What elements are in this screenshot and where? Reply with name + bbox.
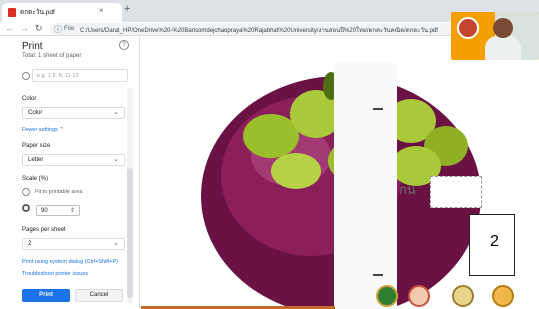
paper-size-select[interactable]: Letter ⌄ <box>22 154 125 166</box>
pages-per-sheet-label: Pages per sheet <box>22 227 66 233</box>
video-tile[interactable] <box>451 12 539 60</box>
university-logo-icon <box>457 17 479 39</box>
presenter-avatar <box>493 18 513 38</box>
print-button[interactable]: Print <box>22 289 70 302</box>
new-tab-icon[interactable]: + <box>124 3 130 15</box>
screen: ตกตะวัน.pdf × + ← → ↻ ⓘ File C:/Users/Da… <box>0 0 539 309</box>
custom-pages-radio[interactable] <box>22 72 30 80</box>
paper-size-label: Paper size <box>22 143 51 149</box>
page-number-box: 2 <box>469 214 515 276</box>
file-label: File <box>64 25 75 32</box>
spinner-icon[interactable]: ⇕ <box>70 207 75 214</box>
forward-arrow-icon[interactable]: → <box>20 23 29 33</box>
leaf <box>271 153 321 189</box>
close-icon[interactable]: × <box>99 6 104 15</box>
fewer-settings-link[interactable]: Fewer settings ⌃ <box>22 127 64 133</box>
color-select[interactable]: Color ⌄ <box>22 107 125 119</box>
fit-to-printable-radio[interactable] <box>22 188 30 196</box>
seal-icon <box>376 285 398 307</box>
paper-size-value: Letter <box>28 157 44 163</box>
seal-icon <box>492 285 514 307</box>
fit-to-printable-label: Fit to printable area <box>35 189 83 195</box>
scale-input[interactable]: 90 ⇕ <box>36 205 80 216</box>
troubleshoot-link[interactable]: Troubleshoot printer issues <box>22 271 88 277</box>
print-preview: กน 2 <box>141 36 539 309</box>
seal-icon <box>408 285 430 307</box>
custom-scale-radio[interactable] <box>22 204 30 212</box>
leaf <box>243 114 299 158</box>
crop-mark <box>373 274 383 276</box>
tab-title: ตกตะวัน.pdf <box>20 9 55 16</box>
print-settings-panel: Print Total: 1 sheet of paper ? e.g. 1-5… <box>0 36 140 309</box>
chevron-down-icon: ⌄ <box>113 240 119 247</box>
scrollbar-thumb[interactable] <box>127 168 133 298</box>
info-icon[interactable]: ⓘ <box>54 24 62 35</box>
url-text[interactable]: C:/Users/Darat_HP/OneDrive%20-%20Bansomd… <box>80 25 468 35</box>
pages-per-sheet-select[interactable]: 2 ⌄ <box>22 238 125 250</box>
sheet-count: Total: 1 sheet of paper <box>22 53 82 59</box>
tab-pdf[interactable]: ตกตะวัน.pdf × <box>2 3 122 22</box>
pages-input[interactable]: e.g. 1-5, 8, 11-13 <box>32 69 128 82</box>
thai-label: กน <box>399 183 416 198</box>
reload-icon[interactable]: ↻ <box>35 23 43 34</box>
scrollbar[interactable] <box>127 88 133 304</box>
help-icon[interactable]: ? <box>119 40 129 50</box>
presenter-body <box>485 36 521 60</box>
system-dialog-link[interactable]: Print using system dialog (Ctrl+Shift+P) <box>22 259 118 265</box>
chevron-down-icon: ⌄ <box>113 109 119 116</box>
address-bar[interactable]: ⓘ File C:/Users/Darat_HP/OneDrive%20-%20… <box>50 23 470 35</box>
scale-value: 90 <box>41 208 48 214</box>
color-label: Color <box>22 96 37 102</box>
page-number: 2 <box>490 233 499 250</box>
chevron-down-icon: ⌄ <box>113 156 119 163</box>
scale-label: Scale (%) <box>22 176 49 182</box>
color-value: Color <box>28 110 43 116</box>
crop-mark <box>373 108 383 110</box>
pages-per-sheet-value: 2 <box>28 241 32 247</box>
page-title: Print <box>22 41 43 52</box>
pdf-icon <box>8 8 16 17</box>
seal-icon <box>452 285 474 307</box>
page-divider <box>334 63 397 309</box>
back-arrow-icon[interactable]: ← <box>5 23 14 33</box>
cancel-button[interactable]: Cancel <box>75 289 123 302</box>
answer-box <box>430 176 482 208</box>
